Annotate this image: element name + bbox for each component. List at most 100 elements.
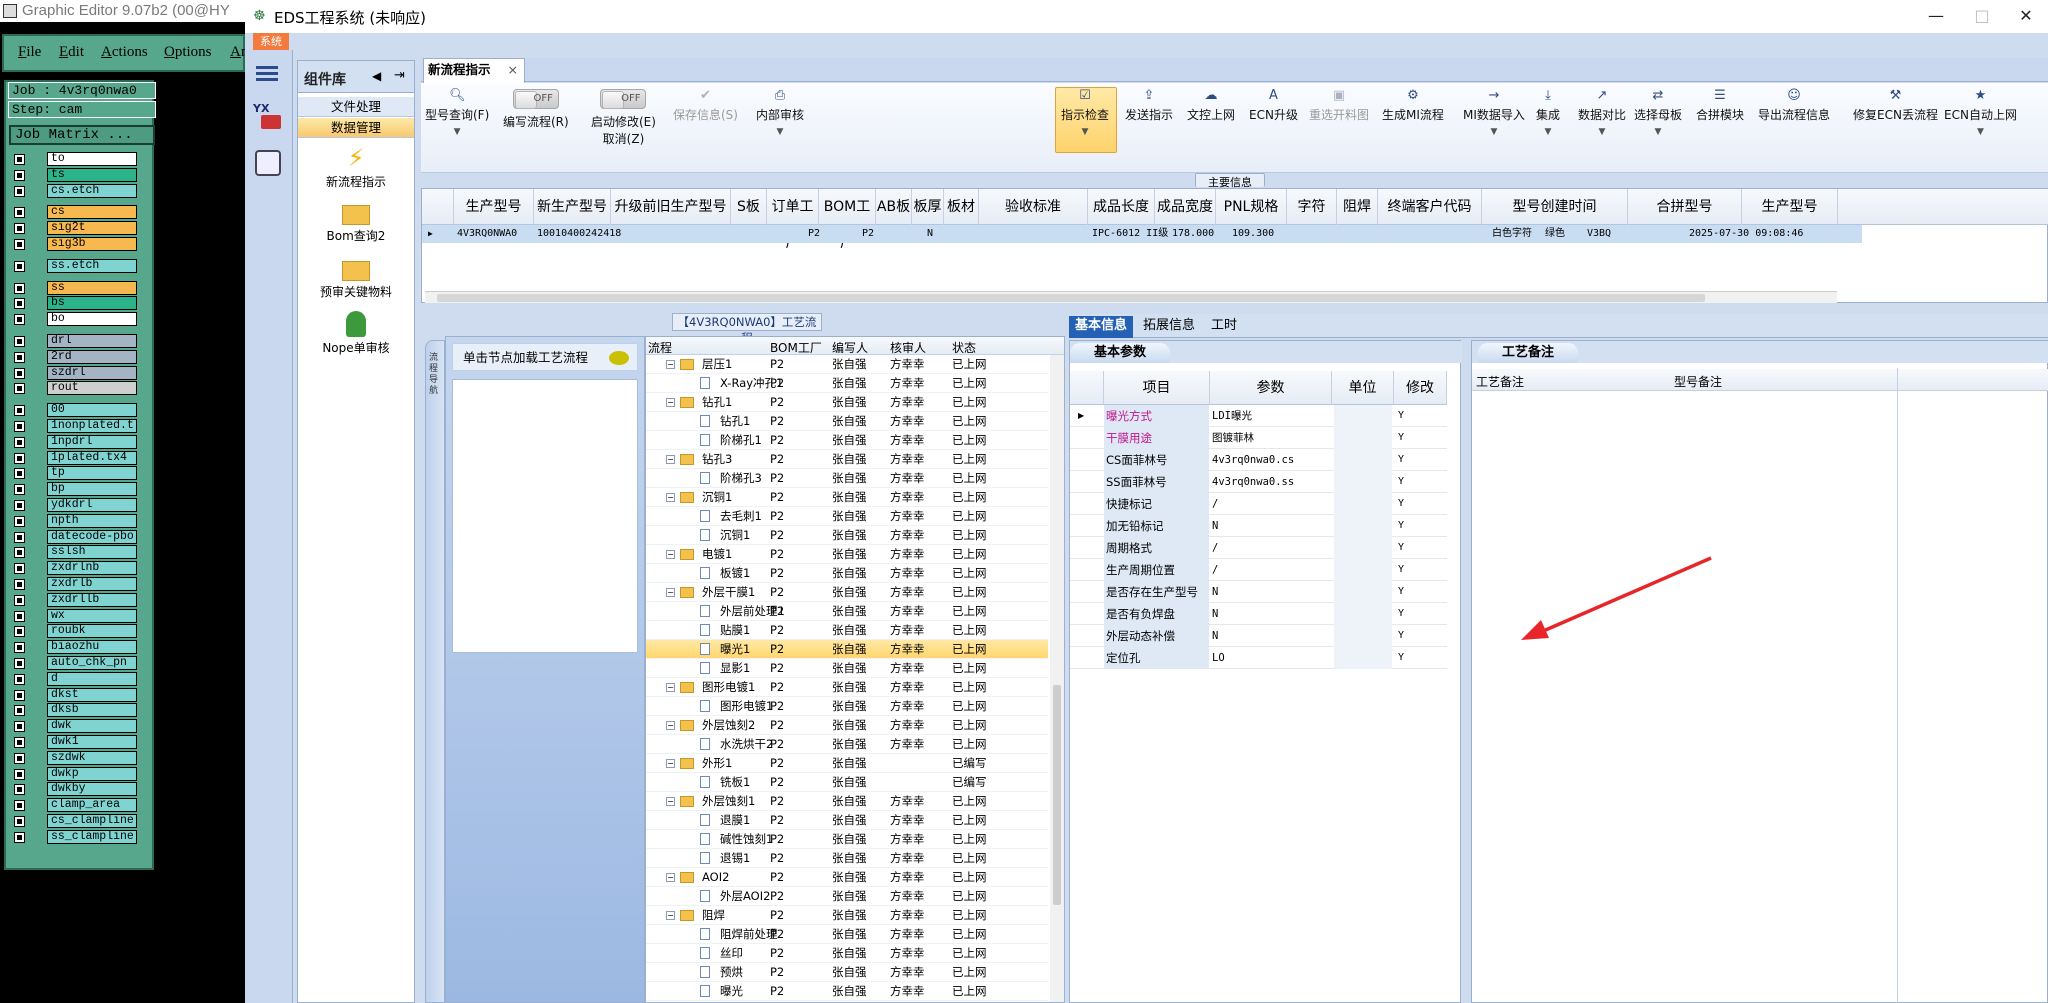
component-pre-review[interactable]: 预审关键物料	[298, 257, 414, 300]
param-unit[interactable]	[1334, 581, 1392, 603]
param-row[interactable]: 外层动态补偿 N Y	[1070, 625, 1447, 647]
menu-actions[interactable]: Actions	[101, 44, 148, 61]
layer-checkbox[interactable]	[14, 282, 25, 294]
layer-checkbox[interactable]	[14, 626, 25, 638]
layer-row[interactable]: dwkby	[14, 782, 137, 797]
layer-row[interactable]: dwkp	[14, 766, 137, 781]
layer-name[interactable]: szdrl	[47, 365, 137, 380]
layer-name[interactable]: ss.etch	[47, 258, 137, 273]
close-button[interactable]: ✕	[2006, 4, 2046, 28]
layer-row[interactable]: biaozhu	[14, 640, 137, 655]
toggle-switch[interactable]: OFF	[512, 89, 559, 109]
tree-item-row[interactable]: 阶梯孔1 P2 张自强 方幸幸 已上网	[646, 431, 1048, 450]
collapse-toggle[interactable]: −	[666, 588, 675, 597]
tree-group-row[interactable]: − 外层干膜1 P2 张自强 方幸幸 已上网	[646, 583, 1048, 602]
layer-row[interactable]: 2rd	[14, 349, 137, 364]
tree-item-row[interactable]: 去毛刺1 P2 张自强 方幸幸 已上网	[646, 507, 1048, 526]
table-cell[interactable]: 白色字符	[1492, 225, 1532, 243]
param-row[interactable]: CS面菲林号 4v3rq0nwa0.cs Y	[1070, 449, 1447, 471]
layer-checkbox[interactable]	[14, 800, 25, 812]
tree-item-row[interactable]: 沉铜1 P2 张自强 方幸幸 已上网	[646, 526, 1048, 545]
integrate-button[interactable]: ⤓ 集成 ▼	[1536, 89, 1560, 138]
layer-name[interactable]: dkst	[47, 687, 137, 702]
layer-name[interactable]: bp	[47, 482, 137, 497]
table-cell[interactable]: N	[927, 225, 933, 243]
param-unit[interactable]	[1334, 515, 1392, 537]
layer-name[interactable]: d	[47, 671, 137, 686]
layer-row[interactable]: d	[14, 671, 137, 686]
layer-name[interactable]: cs	[47, 205, 137, 220]
layer-checkbox[interactable]	[14, 737, 25, 748]
tree-item-row[interactable]: 贴膜1 P2 张自强 方幸幸 已上网	[646, 621, 1048, 640]
layer-row[interactable]: sig3b	[14, 237, 137, 251]
param-value[interactable]: N	[1212, 515, 1330, 537]
table-row[interactable]: ▶ 4V3RQ0NWA0 10010400242418 P2 P2 N IPC-6012 I…	[422, 225, 1862, 243]
layer-checkbox[interactable]	[14, 468, 25, 480]
layer-row[interactable]: auto_chk_pn	[14, 656, 137, 670]
layer-name[interactable]: bs	[47, 296, 137, 311]
layer-row[interactable]: cs	[14, 205, 137, 220]
param-value[interactable]: LDI曝光	[1212, 405, 1330, 427]
tab-work-hours[interactable]: 工时	[1205, 316, 1243, 338]
ecn-auto-button[interactable]: ★ ECN自动上网 ▼	[1944, 89, 2017, 138]
vertical-scrollbar[interactable]	[1050, 355, 1064, 1002]
col-flow[interactable]: 流程	[648, 339, 672, 356]
fix-ecn-button[interactable]: ⚒ 修复ECN丢流程	[1853, 89, 1938, 123]
column-header[interactable]: 阻焊	[1337, 189, 1378, 225]
column-header[interactable]: BOM工厂	[819, 189, 876, 251]
layer-checkbox[interactable]	[14, 784, 25, 796]
param-row[interactable]: ▶ 曝光方式 LDI曝光 Y	[1070, 405, 1447, 427]
layer-row[interactable]: zxdrllb	[14, 592, 137, 607]
param-unit[interactable]	[1334, 603, 1392, 625]
model-query-button[interactable]: 🔍︎ 型号查询(F) ▼	[425, 89, 489, 138]
layer-row[interactable]: 00	[14, 403, 137, 418]
layer-checkbox[interactable]	[14, 367, 25, 379]
collapse-toggle[interactable]: −	[666, 721, 675, 730]
table-cell[interactable]: 178.000	[1172, 225, 1214, 243]
column-header[interactable]: 升级前旧生产型号	[611, 189, 731, 225]
layer-checkbox[interactable]	[14, 531, 25, 543]
hamburger-icon[interactable]	[256, 66, 278, 69]
param-value[interactable]: /	[1212, 559, 1330, 581]
file-upload-button[interactable]: ☁ 文控上网	[1187, 89, 1235, 123]
layer-checkbox[interactable]	[14, 336, 25, 347]
tree-item-row[interactable]: 预烘 P2 张自强 方幸幸 已上网	[646, 963, 1048, 982]
layer-name[interactable]: ss_clampline	[47, 829, 137, 844]
layer-row[interactable]: sig2t	[14, 221, 137, 236]
flow-navigation-tab[interactable]: 流程导航	[425, 340, 445, 1003]
component-bom-query[interactable]: Bom查询2	[298, 201, 414, 244]
layer-row[interactable]: bo	[14, 312, 137, 327]
system-menu-button[interactable]: 系统	[253, 33, 289, 50]
column-header[interactable]: 成品宽度	[1155, 189, 1216, 225]
col-writer[interactable]: 编写人	[832, 339, 868, 356]
layer-row[interactable]: 1npdrl	[14, 434, 137, 449]
param-unit[interactable]	[1334, 449, 1392, 471]
gamepad-icon[interactable]	[255, 150, 281, 176]
tree-group-row[interactable]: − 钻孔3 P2 张自强 方幸幸 已上网	[646, 450, 1048, 469]
layer-name[interactable]: dwkp	[47, 766, 137, 781]
layer-checkbox[interactable]	[14, 768, 25, 780]
collapse-toggle[interactable]: −	[666, 493, 675, 502]
param-row[interactable]: 周期格式 / Y	[1070, 537, 1447, 559]
layer-row[interactable]: szdwk	[14, 750, 137, 765]
param-value[interactable]: /	[1212, 537, 1330, 559]
layer-row[interactable]: 1nonplated.t	[14, 419, 137, 433]
collapse-toggle[interactable]: −	[666, 911, 675, 920]
tree-item-row[interactable]: 板镀1 P2 张自强 方幸幸 已上网	[646, 564, 1048, 583]
menu-file[interactable]: File	[18, 44, 41, 61]
column-header[interactable]: 验收标准	[979, 189, 1088, 225]
layer-name[interactable]: zxdrlnb	[47, 561, 137, 576]
horizontal-scrollbar[interactable]	[425, 291, 1837, 303]
column-header[interactable]: 订单工厂	[767, 189, 819, 251]
collapse-toggle[interactable]: −	[666, 683, 675, 692]
table-cell[interactable]: P2	[808, 225, 820, 243]
param-unit[interactable]	[1334, 405, 1392, 427]
param-unit[interactable]	[1334, 537, 1392, 559]
layer-row[interactable]: 1plated.tx4	[14, 450, 137, 465]
layer-name[interactable]: 2rd	[47, 349, 137, 364]
section-file-processing[interactable]: 文件处理	[298, 97, 414, 117]
layer-row[interactable]: rout	[14, 381, 137, 396]
param-row[interactable]: SS面菲林号 4v3rq0nwa0.ss Y	[1070, 471, 1447, 493]
layer-name[interactable]: rout	[47, 381, 137, 396]
table-cell[interactable]: P2	[862, 225, 874, 243]
